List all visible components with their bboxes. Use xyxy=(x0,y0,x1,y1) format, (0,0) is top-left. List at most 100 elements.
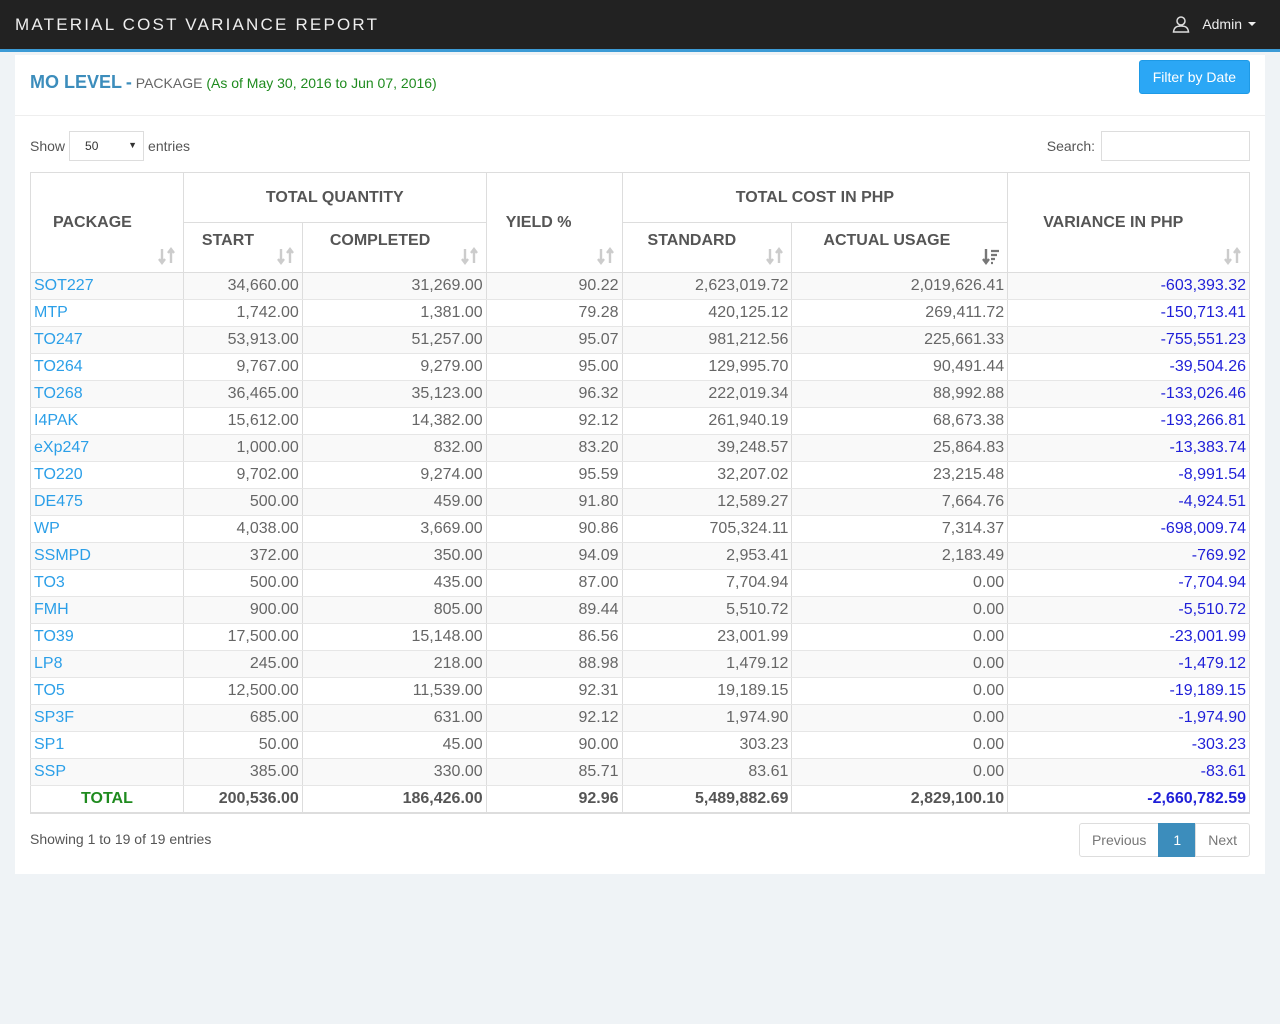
sort-both-icon xyxy=(766,247,784,265)
variance-cell: -8,991.54 xyxy=(1007,461,1250,489)
sort-both-icon xyxy=(276,247,294,265)
package-link[interactable]: TO3 xyxy=(30,569,184,597)
entries-value: 50 xyxy=(85,139,99,153)
actual-cell: 25,864.83 xyxy=(791,434,1009,462)
package-link[interactable]: LP8 xyxy=(30,650,184,678)
table-row: SP1 50.00 45.00 90.00 303.23 0.00 -303.23 xyxy=(30,731,1250,759)
app-title: MATERIAL COST VARIANCE REPORT xyxy=(15,15,380,34)
package-link[interactable]: TO5 xyxy=(30,677,184,705)
package-link[interactable]: SP1 xyxy=(30,731,184,759)
page-1-button[interactable]: 1 xyxy=(1158,823,1197,857)
yield-cell: 89.44 xyxy=(486,596,623,624)
standard-cell: 981,212.56 xyxy=(622,326,793,354)
completed-cell: 9,279.00 xyxy=(302,353,487,381)
package-link[interactable]: SOT227 xyxy=(30,272,184,300)
show-label: Show xyxy=(30,138,66,154)
yield-cell: 95.59 xyxy=(486,461,623,489)
yield-cell: 91.80 xyxy=(486,488,623,516)
standard-cell: 261,940.19 xyxy=(622,407,793,435)
package-link[interactable]: WP xyxy=(30,515,184,543)
total-actual: 2,829,100.10 xyxy=(791,785,1009,814)
total-completed: 186,426.00 xyxy=(302,785,487,814)
yield-cell: 90.22 xyxy=(486,272,623,300)
col-package[interactable]: PACKAGE xyxy=(30,172,184,273)
next-button[interactable]: Next xyxy=(1195,823,1250,857)
package-link[interactable]: DE475 xyxy=(30,488,184,516)
col-yield[interactable]: YIELD % xyxy=(485,172,623,273)
yield-cell: 83.20 xyxy=(486,434,623,462)
package-link[interactable]: I4PAK xyxy=(30,407,184,435)
user-name[interactable]: Admin xyxy=(1202,16,1242,32)
yield-cell: 92.12 xyxy=(486,704,623,732)
previous-button[interactable]: Previous xyxy=(1078,823,1160,857)
yield-cell: 90.86 xyxy=(486,515,623,543)
table-row: SSP 385.00 330.00 85.71 83.61 0.00 -83.61 xyxy=(30,758,1250,786)
actual-cell: 0.00 xyxy=(791,569,1009,597)
filter-by-date-button[interactable]: Filter by Date xyxy=(1138,60,1250,94)
package-link[interactable]: TO268 xyxy=(30,380,184,408)
col-completed[interactable]: COMPLETED xyxy=(301,222,487,273)
standard-cell: 5,510.72 xyxy=(622,596,793,624)
yield-cell: 88.98 xyxy=(486,650,623,678)
completed-cell: 350.00 xyxy=(302,542,487,570)
package-link[interactable]: MTP xyxy=(30,299,184,327)
total-start: 200,536.00 xyxy=(183,785,303,814)
col-actual-usage[interactable]: ACTUAL USAGE xyxy=(791,222,1009,273)
table-row: TO268 36,465.00 35,123.00 96.32 222,019.34 88… xyxy=(30,380,1250,408)
completed-cell: 15,148.00 xyxy=(302,623,487,651)
start-cell: 245.00 xyxy=(183,650,303,678)
package-link[interactable]: SSP xyxy=(30,758,184,786)
user-menu[interactable]: Admin xyxy=(1172,15,1256,33)
table-row: TO5 12,500.00 11,539.00 92.31 19,189.15 0.00-… xyxy=(30,677,1250,705)
caret-down-icon[interactable] xyxy=(1248,22,1256,26)
standard-cell: 12,589.27 xyxy=(622,488,793,516)
variance-cell: -4,924.51 xyxy=(1007,488,1250,516)
entries-select[interactable]: 50 ▼ xyxy=(69,131,145,161)
package-link[interactable]: eXp247 xyxy=(30,434,184,462)
table-footer: TOTAL 200,536.00 186,426.00 92.96 5,489,… xyxy=(30,785,1250,814)
package-link[interactable]: SSMPD xyxy=(30,542,184,570)
variance-cell: -1,974.90 xyxy=(1007,704,1250,732)
package-link[interactable]: TO39 xyxy=(30,623,184,651)
actual-cell: 0.00 xyxy=(791,677,1009,705)
completed-cell: 459.00 xyxy=(302,488,487,516)
start-cell: 1,000.00 xyxy=(183,434,303,462)
start-cell: 372.00 xyxy=(183,542,303,570)
start-cell: 500.00 xyxy=(183,569,303,597)
variance-cell: -150,713.41 xyxy=(1007,299,1250,327)
search-input[interactable] xyxy=(1101,131,1250,161)
start-cell: 9,767.00 xyxy=(183,353,303,381)
report-panel: MO LEVEL - PACKAGE (As of May 30, 2016 t… xyxy=(15,55,1265,874)
package-link[interactable]: TO220 xyxy=(30,461,184,489)
completed-cell: 832.00 xyxy=(302,434,487,462)
yield-cell: 92.31 xyxy=(486,677,623,705)
completed-cell: 14,382.00 xyxy=(302,407,487,435)
package-link[interactable]: SP3F xyxy=(30,704,184,732)
yield-cell: 87.00 xyxy=(486,569,623,597)
completed-cell: 330.00 xyxy=(302,758,487,786)
col-start[interactable]: START xyxy=(182,222,303,273)
user-icon xyxy=(1172,16,1190,33)
col-variance[interactable]: VARIANCE IN PHP xyxy=(1007,172,1250,273)
standard-cell: 2,623,019.72 xyxy=(622,272,793,300)
variance-cell: -769.92 xyxy=(1007,542,1250,570)
total-variance: -2,660,782.59 xyxy=(1007,785,1250,814)
standard-cell: 23,001.99 xyxy=(622,623,793,651)
yield-cell: 95.00 xyxy=(486,353,623,381)
standard-cell: 32,207.02 xyxy=(622,461,793,489)
standard-cell: 705,324.11 xyxy=(622,515,793,543)
standard-cell: 19,189.15 xyxy=(622,677,793,705)
package-link[interactable]: FMH xyxy=(30,596,184,624)
start-cell: 36,465.00 xyxy=(183,380,303,408)
package-link[interactable]: TO247 xyxy=(30,326,184,354)
variance-cell: -698,009.74 xyxy=(1007,515,1250,543)
start-cell: 34,660.00 xyxy=(183,272,303,300)
start-cell: 17,500.00 xyxy=(183,623,303,651)
standard-cell: 303.23 xyxy=(622,731,793,759)
yield-cell: 94.09 xyxy=(486,542,623,570)
package-link[interactable]: TO264 xyxy=(30,353,184,381)
variance-cell: -23,001.99 xyxy=(1007,623,1250,651)
start-cell: 15,612.00 xyxy=(183,407,303,435)
sort-both-icon xyxy=(596,247,614,265)
col-standard[interactable]: STANDARD xyxy=(621,222,793,273)
